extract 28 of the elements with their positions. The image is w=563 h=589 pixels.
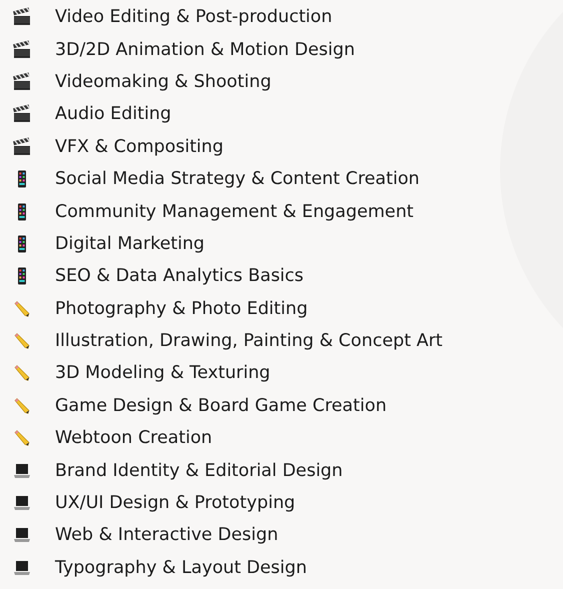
clapperboard-icon [12,72,32,92]
pencil-icon [12,428,32,448]
list-item-text: Videomaking & Shooting [55,72,272,92]
list-item-text: Typography & Layout Design [55,558,307,578]
list-item-text: Brand Identity & Editorial Design [55,460,343,481]
pencil-icon [12,331,32,352]
pencil-icon [12,396,32,416]
list-item-text: Community Management & Engagement [55,202,414,222]
clapperboard-icon [12,136,32,157]
list-item-text: Social Media Strategy & Content Creation [55,169,420,190]
clapperboard-icon [12,104,32,124]
list-item-text: Illustration, Drawing, Painting & Concept Art [55,331,443,352]
list-item-text: Web & Interactive Design [55,525,278,546]
list-item-text: VFX & Compositing [55,136,224,157]
list-item-text: Webtoon Creation [55,428,212,448]
list-item-text: Game Design & Board Game Creation [55,396,387,416]
list-item-text: Photography & Photo Editing [55,298,308,319]
list-item-text: Video Editing & Post-production [55,7,332,28]
pencil-icon [12,363,32,384]
list-item-text: Digital Marketing [55,234,205,254]
list-item-text: UX/UI Design & Prototyping [55,493,296,514]
clapperboard-icon [12,7,32,28]
clapperboard-icon [12,40,32,60]
list-item-text: 3D Modeling & Texturing [55,363,270,384]
list-item-text: 3D/2D Animation & Motion Design [55,40,355,60]
pencil-icon [12,298,32,319]
list-item-text: SEO & Data Analytics Basics [55,266,304,286]
list-item-text: Audio Editing [55,104,172,124]
